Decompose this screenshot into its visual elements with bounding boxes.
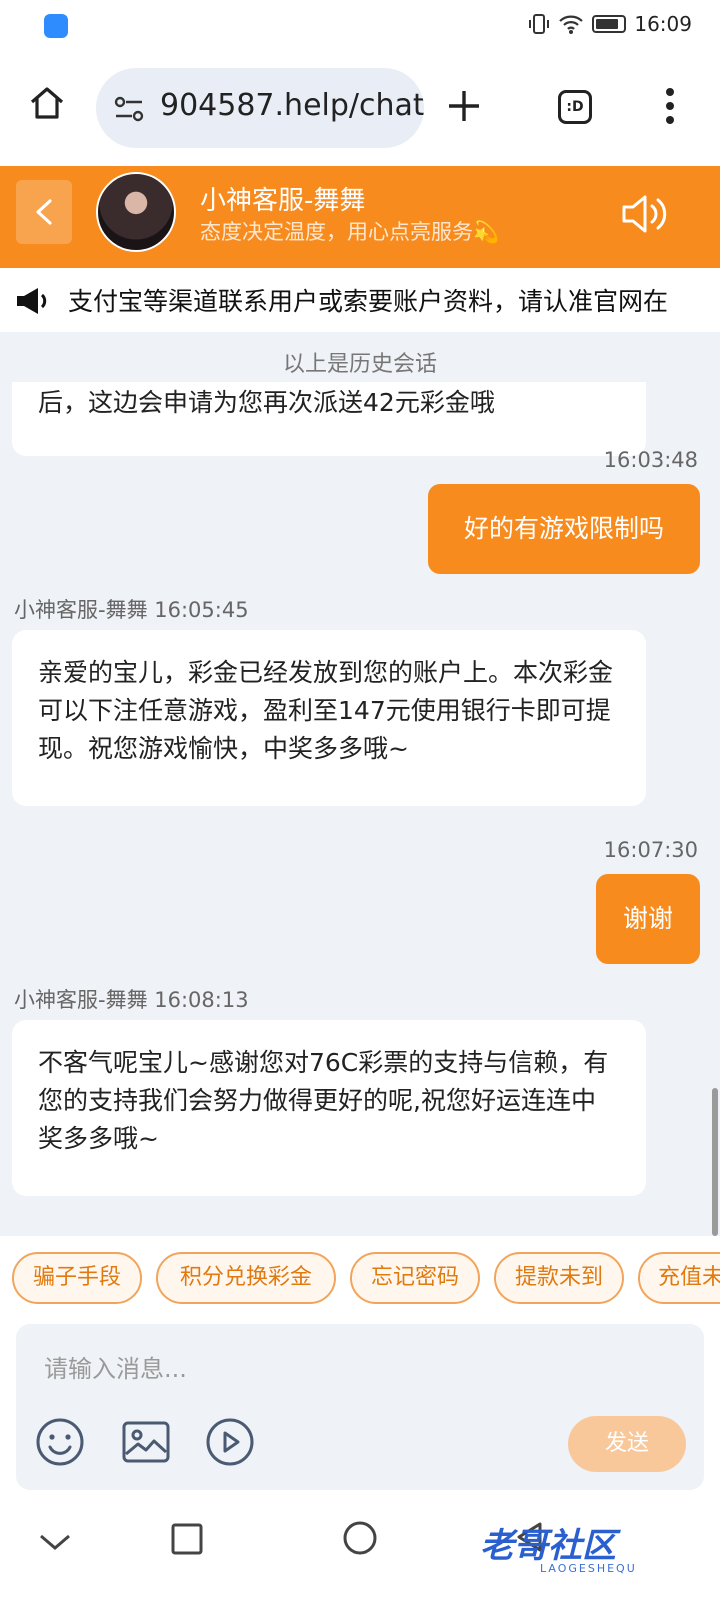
history-divider: 以上是历史会话 bbox=[282, 352, 437, 377]
app-notification-icon bbox=[44, 14, 68, 38]
quick-reply-chip[interactable]: 充值未到 bbox=[638, 1252, 720, 1304]
battery-icon bbox=[592, 15, 627, 33]
chat-messages[interactable]: 以上是历史会话 后，这边会申请为您再次派送42元彩金哦 16:03:48 好的有… bbox=[0, 332, 720, 1236]
collapse-chevron-icon[interactable] bbox=[38, 1532, 72, 1552]
agent-motto: 态度决定温度，用心点亮服务💫 bbox=[200, 220, 500, 244]
watermark-subtitle: LAOGESHEQU bbox=[540, 1562, 637, 1575]
message-out: 好的有游戏限制吗 bbox=[428, 484, 700, 574]
more-menu-icon[interactable] bbox=[664, 86, 676, 126]
message-text: 后，这边会申请为您再次派送42元彩金哦 bbox=[38, 388, 495, 417]
chevron-left-icon bbox=[36, 199, 52, 225]
recents-icon[interactable] bbox=[170, 1522, 204, 1556]
message-in: 不客气呢宝儿~感谢您对76C彩票的支持与信赖，有您的支持我们会努力做得更好的呢,… bbox=[12, 1020, 646, 1196]
message-in-partial: 后，这边会申请为您再次派送42元彩金哦 bbox=[12, 382, 646, 456]
watermark-logo: 老哥社区 bbox=[480, 1526, 616, 1566]
composer-area: 发送 bbox=[0, 1316, 720, 1498]
scrollbar[interactable] bbox=[712, 1088, 718, 1236]
speaker-icon[interactable] bbox=[620, 192, 670, 236]
message-sender-time: 小神客服-舞舞 16:05:45 bbox=[14, 598, 249, 622]
send-button[interactable]: 发送 bbox=[568, 1416, 686, 1472]
address-bar[interactable]: 904587.help/chat bbox=[96, 68, 424, 148]
message-text: 亲爱的宝儿，彩金已经发放到您的账户上。本次彩金可以下注任意游戏，盈利至147元使… bbox=[38, 658, 614, 763]
home-circle-icon[interactable] bbox=[342, 1520, 378, 1556]
quick-reply-chip[interactable]: 骗子手段 bbox=[12, 1252, 142, 1304]
video-play-icon[interactable] bbox=[204, 1416, 256, 1468]
status-time: 16:09 bbox=[634, 12, 692, 36]
message-in: 亲爱的宝儿，彩金已经发放到您的账户上。本次彩金可以下注任意游戏，盈利至147元使… bbox=[12, 630, 646, 806]
status-indicators: 16:09 bbox=[528, 12, 692, 36]
megaphone-icon bbox=[17, 288, 47, 314]
system-navigation-bar: 老哥社区 LAOGESHEQU bbox=[0, 1498, 720, 1612]
message-out: 谢谢 bbox=[596, 874, 700, 964]
quick-reply-chip[interactable]: 忘记密码 bbox=[350, 1252, 480, 1304]
message-bubble: 后，这边会申请为您再次派送42元彩金哦 bbox=[12, 382, 646, 456]
tab-switcher-button[interactable]: :D bbox=[558, 90, 592, 124]
message-time: 16:07:30 bbox=[603, 838, 698, 862]
home-icon[interactable] bbox=[28, 84, 66, 122]
new-tab-icon[interactable] bbox=[446, 88, 482, 124]
wifi-icon bbox=[559, 15, 584, 34]
agent-name: 小神客服-舞舞 bbox=[200, 186, 366, 216]
site-settings-icon[interactable] bbox=[112, 94, 146, 124]
chat-header: 小神客服-舞舞 态度决定温度，用心点亮服务💫 bbox=[0, 166, 720, 268]
notice-banner: 支付宝等渠道联系用户或索要账户资料，请认准官网在 bbox=[0, 268, 720, 332]
composer: 发送 bbox=[16, 1324, 704, 1490]
message-input[interactable] bbox=[42, 1346, 566, 1392]
agent-avatar bbox=[96, 172, 176, 252]
browser-toolbar: 904587.help/chat :D bbox=[0, 56, 720, 166]
image-upload-icon[interactable] bbox=[120, 1416, 172, 1468]
message-text: 不客气呢宝儿~感谢您对76C彩票的支持与信赖，有您的支持我们会努力做得更好的呢,… bbox=[38, 1048, 609, 1153]
message-sender-time: 小神客服-舞舞 16:08:13 bbox=[14, 988, 249, 1012]
emoji-icon[interactable] bbox=[34, 1416, 86, 1468]
message-time: 16:03:48 bbox=[603, 448, 698, 472]
status-bar: 16:09 bbox=[0, 0, 720, 56]
back-button[interactable] bbox=[16, 180, 72, 244]
quick-reply-chip[interactable]: 积分兑换彩金 bbox=[156, 1252, 336, 1304]
url-text: 904587.help/chat bbox=[160, 88, 424, 123]
quick-replies: 骗子手段 积分兑换彩金 忘记密码 提款未到 充值未到 bbox=[0, 1236, 720, 1316]
quick-reply-chip[interactable]: 提款未到 bbox=[494, 1252, 624, 1304]
vibrate-icon bbox=[529, 14, 550, 34]
notice-text: 支付宝等渠道联系用户或索要账户资料，请认准官网在 bbox=[68, 287, 669, 316]
